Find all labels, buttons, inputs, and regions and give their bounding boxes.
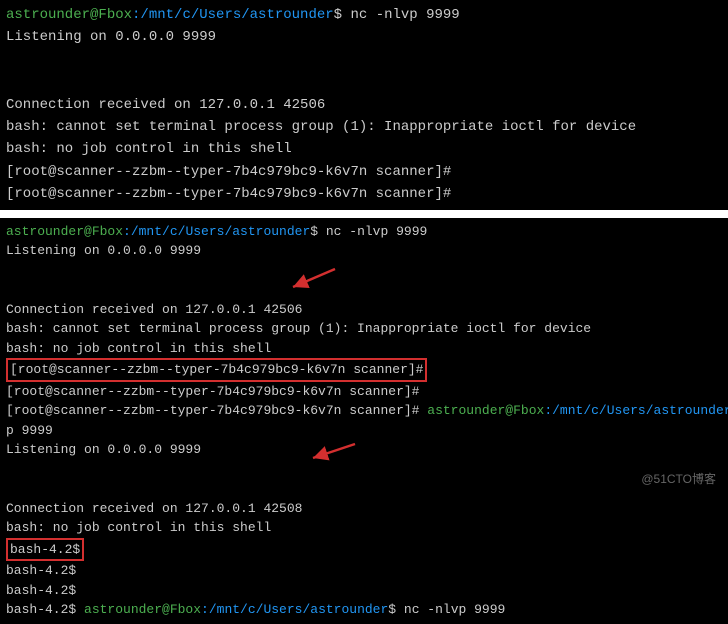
output-line: Listening on 0.0.0.0 9999: [6, 26, 722, 48]
terminal-pane-bottom: astrounder@Fbox:/mnt/c/Users/astrounder$…: [0, 218, 728, 624]
root-prompt: [root@scanner--zzbm--typer-7b4c979bc9-k6…: [6, 183, 722, 205]
command-text: nc -nlvp 9999: [404, 602, 505, 617]
prompt-line: astrounder@Fbox:/mnt/c/Users/astrounder$…: [6, 222, 722, 242]
output-line: Connection received on 127.0.0.1 42508: [6, 499, 722, 519]
error-line: bash: cannot set terminal process group …: [6, 319, 722, 339]
prompt-line: [root@scanner--zzbm--typer-7b4c979bc9-k6…: [6, 401, 722, 421]
root-prompt: [root@scanner--zzbm--typer-7b4c979bc9-k6…: [6, 382, 722, 402]
error-line: bash: no job control in this shell: [6, 138, 722, 160]
cwd-path: :/mnt/c/Users/astrounder: [544, 403, 728, 418]
user-host: astrounder@Fbox: [84, 602, 201, 617]
output-line: Listening on 0.0.0.0 9999: [6, 440, 722, 460]
section-divider: [0, 210, 728, 218]
output-line: Listening on 0.0.0.0 9999: [6, 241, 722, 261]
error-line: bash: no job control in this shell: [6, 518, 722, 538]
cwd-path: :/mnt/c/Users/astrounder: [132, 7, 334, 23]
cwd-path: :/mnt/c/Users/astrounder: [201, 602, 388, 617]
user-host: astrounder@Fbox: [427, 403, 544, 418]
cwd-path: :/mnt/c/Users/astrounder: [123, 224, 310, 239]
highlighted-bash-prompt: bash-4.2$: [6, 538, 722, 562]
user-host: astrounder@Fbox: [6, 7, 132, 23]
command-text: nc -nlvp 9999: [326, 224, 427, 239]
bash-prompt: bash-4.2$: [6, 581, 722, 601]
user-host: astrounder@Fbox: [6, 224, 123, 239]
error-line: bash: cannot set terminal process group …: [6, 116, 722, 138]
highlight-box: [root@scanner--zzbm--typer-7b4c979bc9-k6…: [6, 358, 427, 382]
command-continuation: p 9999: [6, 421, 722, 441]
highlighted-root-prompt: [root@scanner--zzbm--typer-7b4c979bc9-k6…: [6, 358, 722, 382]
output-line: Connection received on 127.0.0.1 42506: [6, 94, 722, 116]
error-line: bash: no job control in this shell: [6, 339, 722, 359]
highlight-box: bash-4.2$: [6, 538, 84, 562]
terminal-pane-top: astrounder@Fbox:/mnt/c/Users/astrounder$…: [0, 0, 728, 210]
prompt-line: bash-4.2$ astrounder@Fbox:/mnt/c/Users/a…: [6, 600, 722, 620]
output-line: Connection received on 127.0.0.1 42506: [6, 300, 722, 320]
command-text: nc -nlvp 9999: [350, 7, 459, 23]
root-prompt: [root@scanner--zzbm--typer-7b4c979bc9-k6…: [6, 161, 722, 183]
prompt-line: astrounder@Fbox:/mnt/c/Users/astrounder$…: [6, 4, 722, 26]
bash-prompt: bash-4.2$: [6, 561, 722, 581]
watermark-text: @51CTO博客: [641, 470, 716, 487]
